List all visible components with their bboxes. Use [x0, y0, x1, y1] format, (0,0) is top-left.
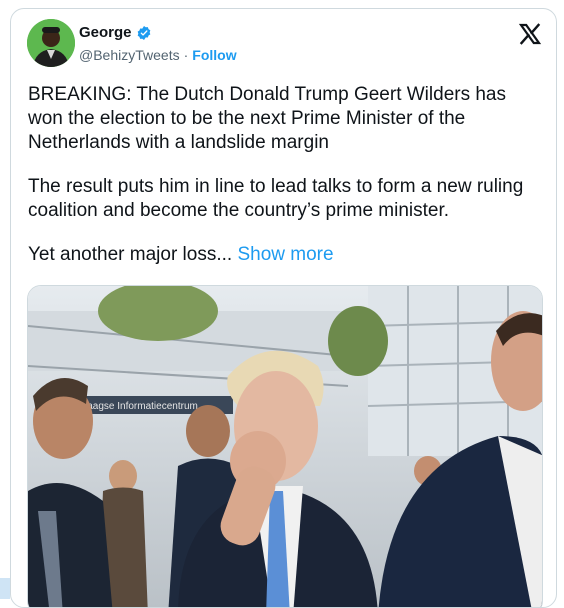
tweet-paragraph-1: BREAKING: The Dutch Donald Trump Geert W…: [28, 84, 506, 153]
photo-banner-text: Haagse Informatiecentrum: [80, 401, 198, 412]
follow-button[interactable]: Follow: [192, 47, 236, 63]
show-more-link[interactable]: Show more: [237, 244, 333, 265]
tweet-photo[interactable]: Haagse Informatiecentrum: [27, 285, 543, 607]
tweet-paragraph-3-row: Yet another major loss... Show more: [28, 243, 543, 267]
photo-illustration: Haagse Informatiecentrum: [28, 286, 542, 607]
avatar[interactable]: [27, 19, 75, 67]
tweet-text: BREAKING: The Dutch Donald Trump Geert W…: [28, 83, 543, 267]
user-handle[interactable]: @BehizyTweets: [79, 47, 180, 63]
tweet-card[interactable]: George @BehizyTweets · Follow BREAKING: …: [10, 8, 557, 608]
verified-badge-icon: [137, 25, 150, 40]
display-name[interactable]: George: [79, 24, 132, 41]
separator-dot: ·: [183, 47, 189, 63]
x-logo-icon[interactable]: [518, 22, 542, 46]
side-edge-strip: [0, 578, 10, 599]
tweet-paragraph-2: The result puts him in line to lead talk…: [28, 176, 524, 221]
tweet-paragraph-3: Yet another major loss...: [28, 244, 233, 265]
